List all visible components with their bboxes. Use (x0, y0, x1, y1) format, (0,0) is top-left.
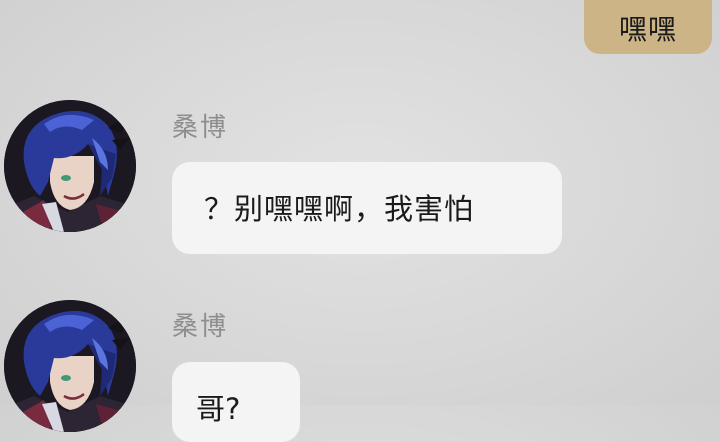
avatar[interactable] (4, 100, 136, 232)
sender-name: 桑博 (172, 113, 229, 143)
character-avatar-icon (4, 100, 136, 232)
message-text: ？别嘿嘿啊，我害怕 (204, 192, 475, 226)
character-avatar-icon (4, 300, 136, 432)
message-text: 嘿嘿 (618, 13, 677, 46)
incoming-message-bubble[interactable]: 哥? (172, 362, 300, 442)
chat-area[interactable]: 嘿嘿 桑博 ？别嘿嘿啊，我害怕 桑博 哥? (0, 0, 720, 442)
sender-name: 桑博 (172, 312, 229, 342)
avatar[interactable] (4, 300, 136, 432)
outgoing-message-bubble[interactable]: 嘿嘿 (584, 0, 712, 54)
message-text: 哥? (196, 392, 241, 426)
incoming-message-bubble[interactable]: ？别嘿嘿啊，我害怕 (172, 162, 562, 254)
